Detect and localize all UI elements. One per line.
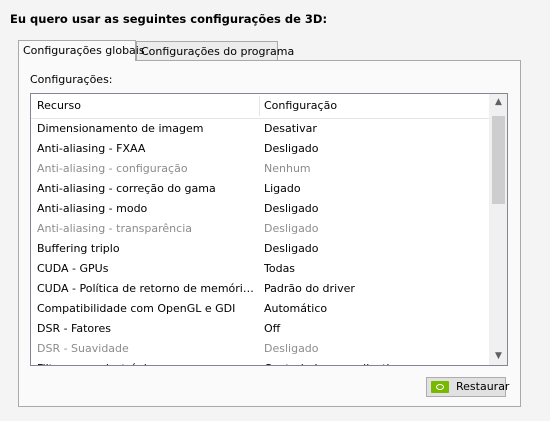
- table-row[interactable]: Compatibilidade com OpenGL e GDI Automáti…: [31, 299, 489, 319]
- feature-cell: DSR - Suavidade: [37, 342, 129, 355]
- page-heading: Eu quero usar as seguintes configurações…: [10, 12, 328, 26]
- settings-label: Configurações:: [30, 73, 113, 86]
- setting-cell: Todas: [264, 262, 296, 275]
- setting-cell: Off: [264, 322, 281, 335]
- restore-button-label: Restaurar: [456, 380, 510, 393]
- setting-cell: Desligado: [264, 202, 319, 215]
- feature-cell: Anti-aliasing - FXAA: [37, 142, 146, 155]
- feature-cell: Filtragem anisotrópica: [37, 359, 255, 365]
- table-row[interactable]: Anti-aliasing - FXAA Desligado: [31, 139, 489, 159]
- table-row[interactable]: CUDA - GPUs Todas: [31, 259, 489, 279]
- column-header-setting[interactable]: Configuração: [264, 99, 337, 112]
- table-row[interactable]: CUDA - Política de retorno de memória do…: [31, 279, 489, 299]
- feature-cell: DSR - Fatores: [37, 322, 111, 335]
- settings-list[interactable]: Recurso Configuração Dimensionamento de …: [30, 93, 508, 366]
- tab-panel: Configurações: Recurso Configuração Dime…: [18, 60, 521, 407]
- feature-cell: CUDA - GPUs: [37, 262, 109, 275]
- tab-global-settings[interactable]: Configurações globais: [18, 40, 145, 61]
- feature-cell: Compatibilidade com OpenGL e GDI: [37, 302, 236, 315]
- scroll-down-icon[interactable]: ▼: [490, 348, 507, 365]
- setting-cell: Desligado: [264, 342, 319, 355]
- table-row[interactable]: Anti-aliasing - modo Desligado: [31, 199, 489, 219]
- column-divider[interactable]: [259, 96, 260, 116]
- table-row[interactable]: Anti-aliasing - transparência Desligado: [31, 219, 489, 239]
- column-header: Recurso Configuração: [31, 94, 489, 119]
- setting-cell: Ligado: [264, 182, 301, 195]
- setting-cell: Desligado: [264, 142, 319, 155]
- scroll-up-icon[interactable]: ▲: [490, 94, 507, 111]
- feature-cell: Dimensionamento de imagem: [37, 122, 204, 135]
- table-row[interactable]: Anti-aliasing - correção do gama Ligado: [31, 179, 489, 199]
- table-row[interactable]: DSR - Suavidade Desligado: [31, 339, 489, 359]
- nvidia-icon: [431, 381, 449, 393]
- table-row[interactable]: Filtragem anisotrópica Controlado por apl…: [31, 359, 489, 365]
- settings-panel: Eu quero usar as seguintes configurações…: [0, 0, 550, 421]
- vertical-scrollbar[interactable]: ▲ ▼: [489, 94, 507, 365]
- table-row[interactable]: Buffering triplo Desligado: [31, 239, 489, 259]
- table-row[interactable]: Anti-aliasing - configuração Nenhum: [31, 159, 489, 179]
- feature-cell: Anti-aliasing - modo: [37, 202, 148, 215]
- setting-cell: Desligado: [264, 242, 319, 255]
- feature-cell: Anti-aliasing - correção do gama: [37, 182, 216, 195]
- setting-cell: Nenhum: [264, 162, 311, 175]
- setting-cell: Automático: [264, 302, 328, 315]
- setting-cell: Desligado: [264, 222, 319, 235]
- restore-button[interactable]: Restaurar: [426, 377, 510, 397]
- table-row[interactable]: Dimensionamento de imagem Desativar: [31, 119, 489, 139]
- feature-cell: CUDA - Política de retorno de memória do…: [37, 282, 255, 295]
- setting-cell: Controlado por aplicativo: [264, 359, 484, 365]
- list-rows: Dimensionamento de imagem Desativar Anti-a…: [31, 119, 489, 365]
- feature-cell: Anti-aliasing - transparência: [37, 222, 192, 235]
- table-row[interactable]: DSR - Fatores Off: [31, 319, 489, 339]
- feature-cell: Buffering triplo: [37, 242, 120, 255]
- setting-cell: Padrão do driver: [264, 282, 355, 295]
- tab-program-settings[interactable]: Configurações do programa: [136, 41, 294, 60]
- column-header-feature[interactable]: Recurso: [37, 99, 81, 112]
- scrollbar-thumb[interactable]: [492, 116, 505, 204]
- feature-cell: Anti-aliasing - configuração: [37, 162, 188, 175]
- setting-cell: Desativar: [264, 122, 317, 135]
